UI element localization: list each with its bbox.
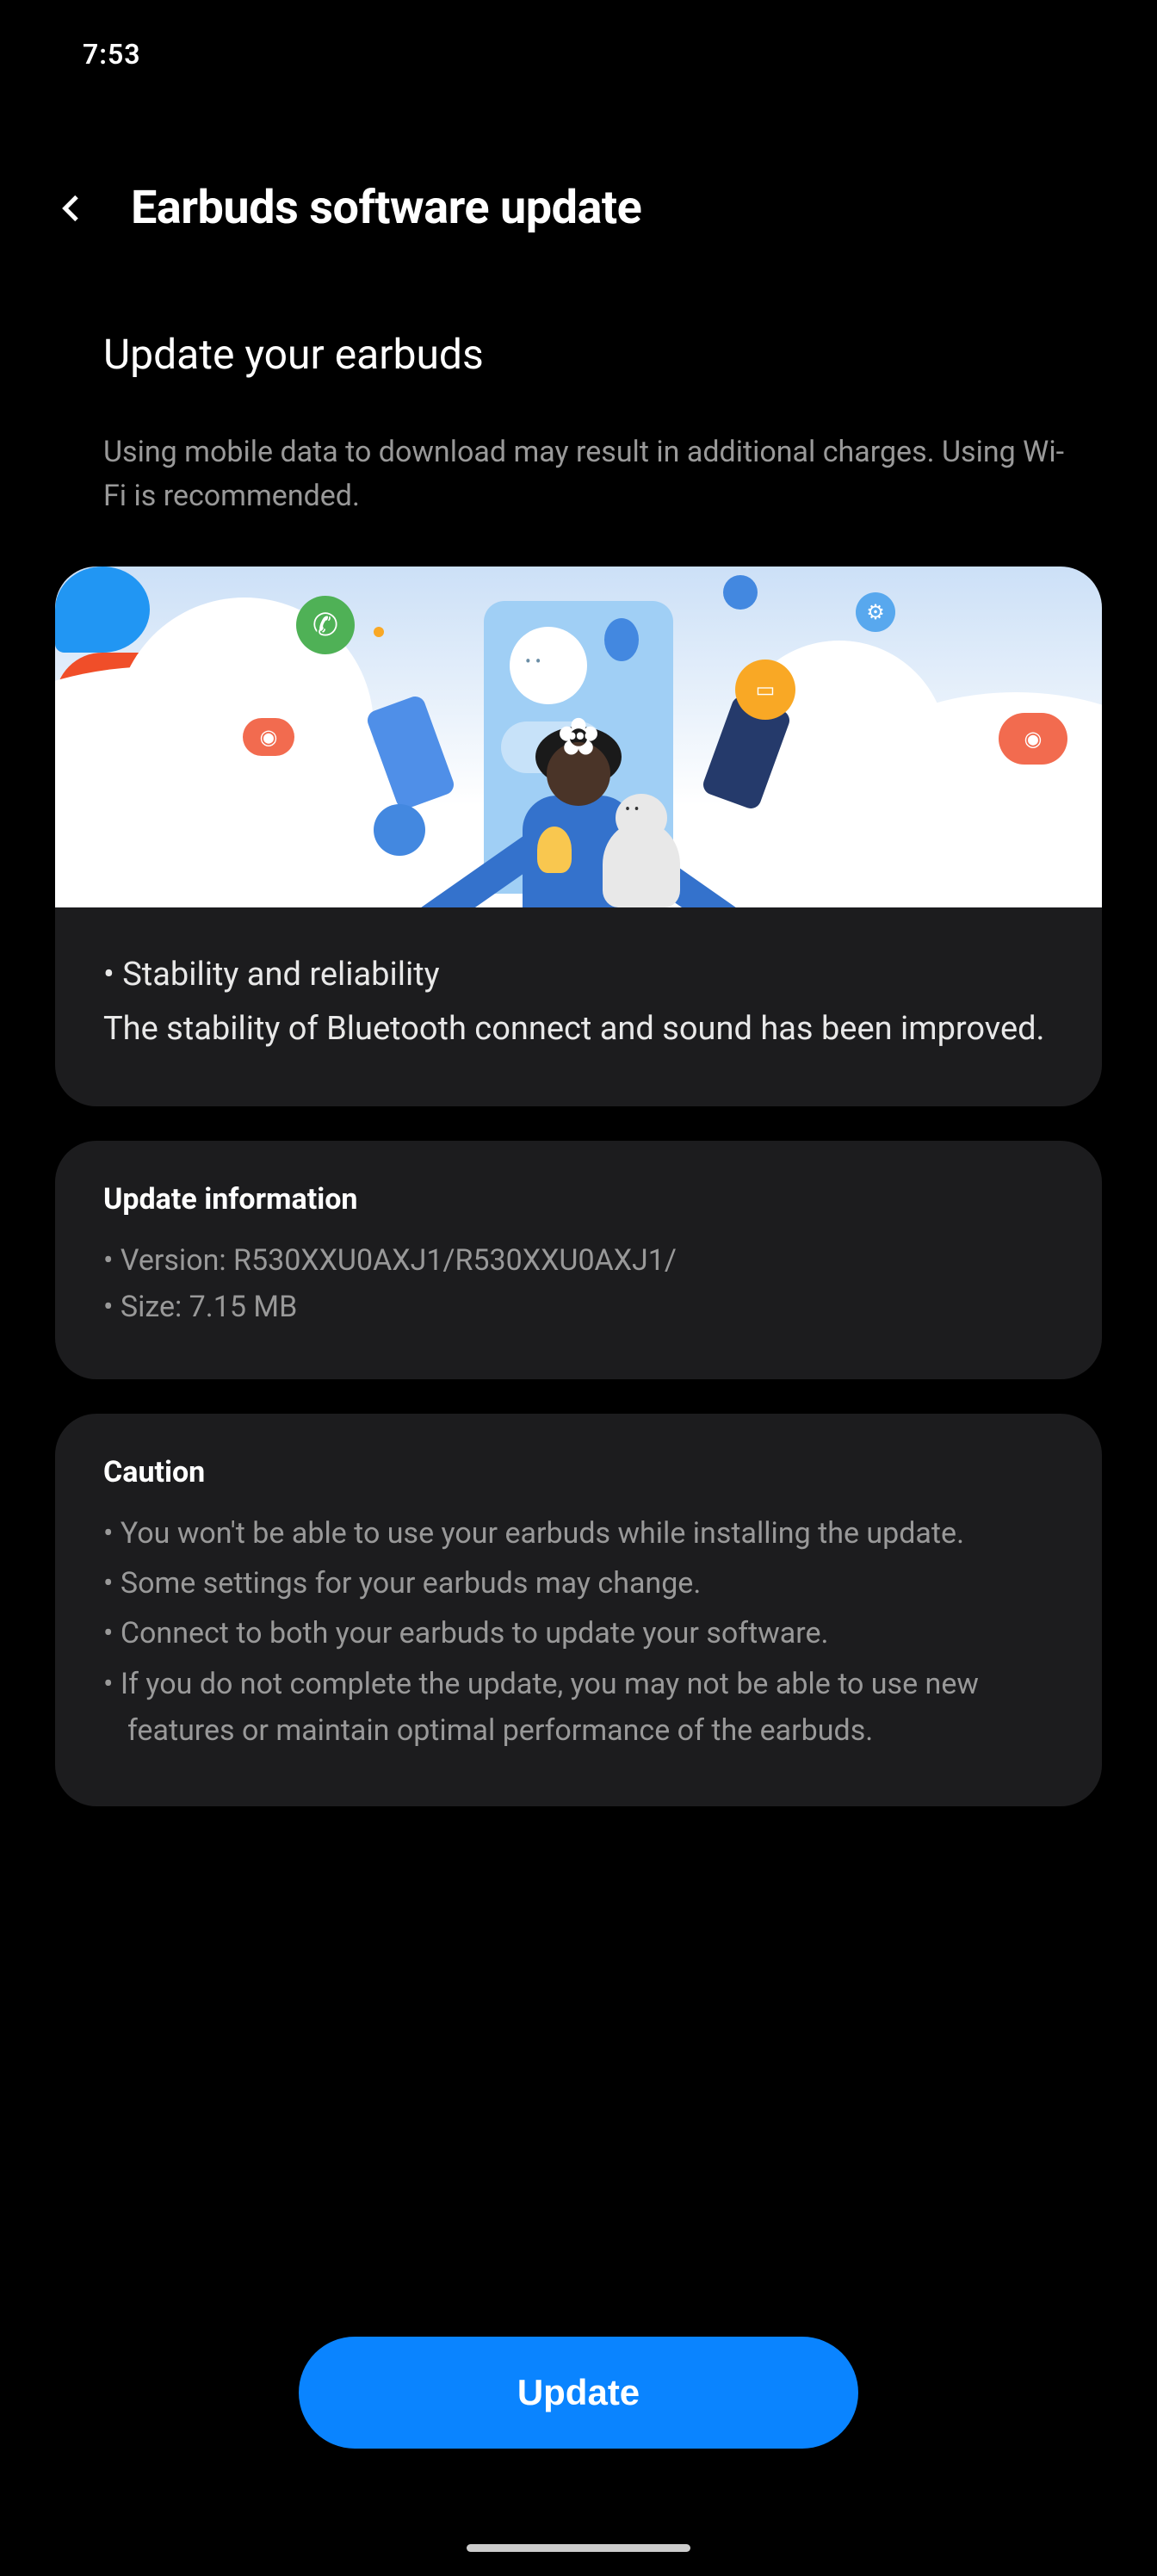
feature-bullet: • Stability and reliability (103, 956, 1054, 994)
navigation-bar-handle[interactable] (467, 2544, 690, 2552)
caution-item: If you do not complete the update, you m… (103, 1661, 1054, 1755)
version-line: • Version: R530XXU0AXJ1/R530XXU0AXJ1/ (103, 1237, 1054, 1284)
update-info-title: Update information (103, 1182, 1054, 1217)
feature-text: • Stability and reliability The stabilit… (55, 907, 1102, 1106)
phone-icon: ✆ (296, 596, 355, 654)
caution-card: Caution You won't be able to use your ea… (55, 1414, 1102, 1806)
feature-description: The stability of Bluetooth connect and s… (103, 1004, 1054, 1055)
page-title: Earbuds software update (131, 181, 641, 235)
feature-card: • • ✆ ▭ ⚙ ◉ ◉ (55, 567, 1102, 1106)
person-icon: ◉ (243, 718, 294, 756)
caution-item: You won't be able to use your earbuds wh… (103, 1510, 1054, 1557)
chevron-left-icon (55, 191, 90, 226)
gear-icon: ⚙ (856, 592, 895, 632)
update-button[interactable]: Update (299, 2337, 858, 2449)
main-content: Update your earbuds Using mobile data to… (0, 269, 1157, 1806)
back-button[interactable] (55, 191, 90, 226)
camera-icon: ◉ (999, 713, 1067, 765)
section-subtitle: Using mobile data to download may result… (55, 430, 1102, 518)
update-info-card: Update information • Version: R530XXU0AX… (55, 1141, 1102, 1379)
size-line: • Size: 7.15 MB (103, 1284, 1054, 1330)
page-header: Earbuds software update (0, 105, 1157, 269)
status-bar: 7:53 (0, 0, 1157, 105)
gallery-icon: ▭ (735, 659, 795, 720)
chat-icon (55, 567, 150, 653)
update-illustration: • • ✆ ▭ ⚙ ◉ ◉ (55, 567, 1102, 907)
caution-list: You won't be able to use your earbuds wh… (103, 1510, 1054, 1755)
caution-item: Connect to both your earbuds to update y… (103, 1610, 1054, 1656)
status-time: 7:53 (83, 38, 141, 71)
section-title: Update your earbuds (55, 330, 1102, 379)
caution-title: Caution (103, 1455, 1054, 1489)
caution-item: Some settings for your earbuds may chang… (103, 1560, 1054, 1607)
